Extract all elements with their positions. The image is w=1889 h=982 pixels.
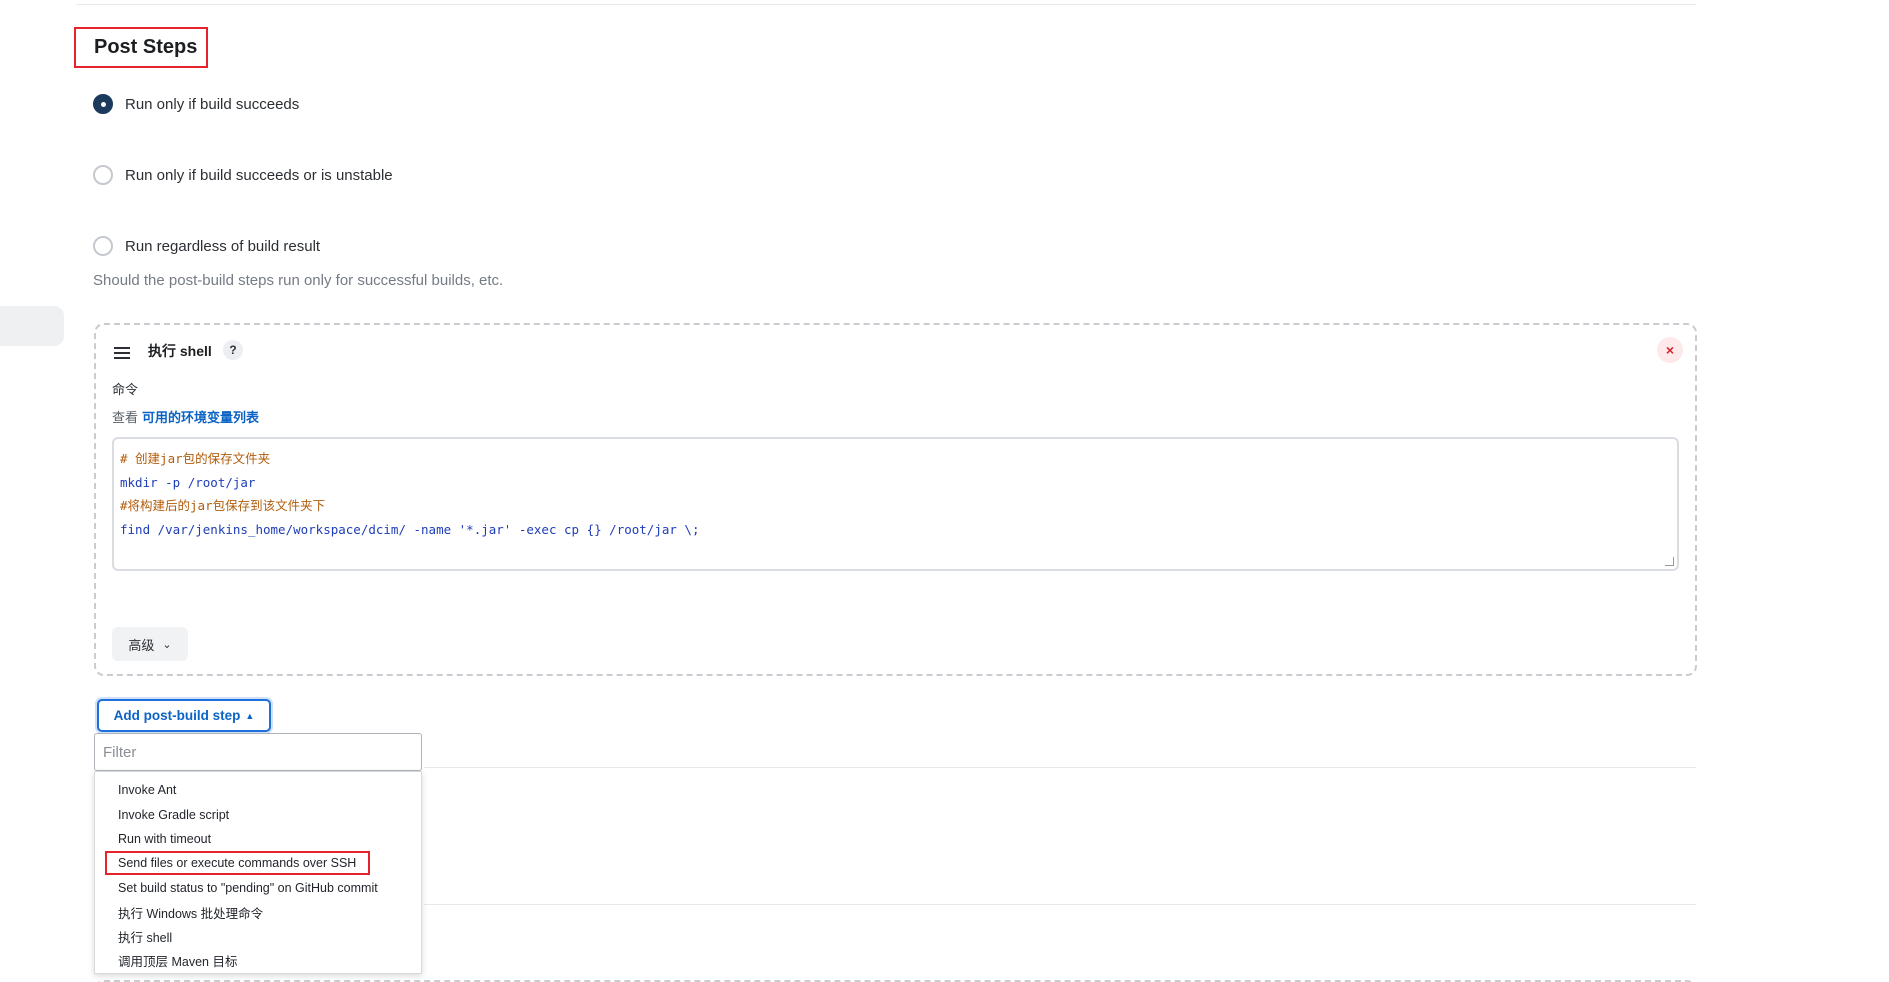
post-steps-page: Post Steps Run only if build succeeds Ru…: [0, 0, 1889, 982]
advanced-label: 高级: [128, 637, 155, 653]
delete-step-button[interactable]: ×: [1657, 337, 1683, 363]
menu-item-execute-shell[interactable]: 执行 shell: [95, 924, 421, 948]
command-label: 命令: [112, 382, 139, 397]
menu-item-set-github-status[interactable]: Set build status to "pending" on GitHub …: [95, 876, 421, 900]
menu-item-windows-batch[interactable]: 执行 Windows 批处理命令: [95, 900, 421, 924]
side-nav-tab[interactable]: [0, 306, 64, 346]
radio-label: Run only if build succeeds: [125, 95, 300, 113]
shell-step-card: 执行 shell ? × 命令 查看 可用的环境变量列表 # 创建jar包的保存文…: [94, 323, 1697, 676]
divider: [424, 767, 1696, 768]
add-post-build-step-button[interactable]: Add post-build step ▲: [97, 699, 271, 732]
radio-label: Run only if build succeeds or is unstabl…: [125, 166, 393, 184]
resize-handle-icon[interactable]: [1665, 557, 1674, 566]
advanced-button[interactable]: 高级 ⌄: [112, 627, 188, 661]
drag-handle-icon[interactable]: [114, 347, 130, 359]
radio-run-regardless[interactable]: Run regardless of build result: [93, 234, 320, 258]
section-title: Post Steps: [74, 27, 208, 68]
help-icon[interactable]: ?: [223, 340, 243, 360]
caret-up-icon: ▲: [245, 710, 255, 721]
menu-item-invoke-gradle[interactable]: Invoke Gradle script: [95, 802, 421, 826]
env-vars-link[interactable]: 可用的环境变量列表: [142, 410, 259, 425]
code-line-2: mkdir -p /root/jar: [120, 474, 256, 490]
post-steps-help-text: Should the post-build steps run only for…: [93, 272, 504, 289]
code-line-3: #将构建后的jar包保存到该文件夹下: [120, 498, 326, 513]
env-vars-line: 查看 可用的环境变量列表: [112, 407, 259, 426]
divider: [424, 904, 1696, 905]
post-build-step-menu: Invoke Ant Invoke Gradle script Run with…: [94, 771, 422, 974]
divider: [76, 4, 1696, 5]
code-line-4: find /var/jenkins_home/workspace/dcim/ -…: [120, 521, 700, 537]
code-line-1: # 创建jar包的保存文件夹: [120, 451, 271, 466]
env-prefix: 查看: [112, 410, 139, 425]
menu-item-run-with-timeout[interactable]: Run with timeout: [95, 827, 421, 851]
menu-item-invoke-ant[interactable]: Invoke Ant: [95, 778, 421, 802]
command-textarea[interactable]: # 创建jar包的保存文件夹 mkdir -p /root/jar #将构建后的ja…: [112, 437, 1679, 571]
menu-item-send-over-ssh[interactable]: Send files or execute commands over SSH: [95, 851, 421, 876]
radio-button[interactable]: [93, 236, 113, 256]
radio-button[interactable]: [93, 165, 113, 185]
radio-run-if-succeeds[interactable]: Run only if build succeeds: [93, 92, 299, 116]
radio-label: Run regardless of build result: [125, 237, 321, 255]
add-step-label: Add post-build step: [113, 708, 241, 723]
menu-item-maven-target[interactable]: 调用顶层 Maven 目标: [95, 949, 421, 973]
step-title: 执行 shell: [148, 343, 212, 359]
radio-run-if-succeeds-or-unstable[interactable]: Run only if build succeeds or is unstabl…: [93, 163, 393, 187]
radio-button-checked[interactable]: [93, 94, 113, 114]
chevron-down-icon: ⌄: [162, 638, 172, 651]
filter-input[interactable]: [94, 733, 422, 771]
